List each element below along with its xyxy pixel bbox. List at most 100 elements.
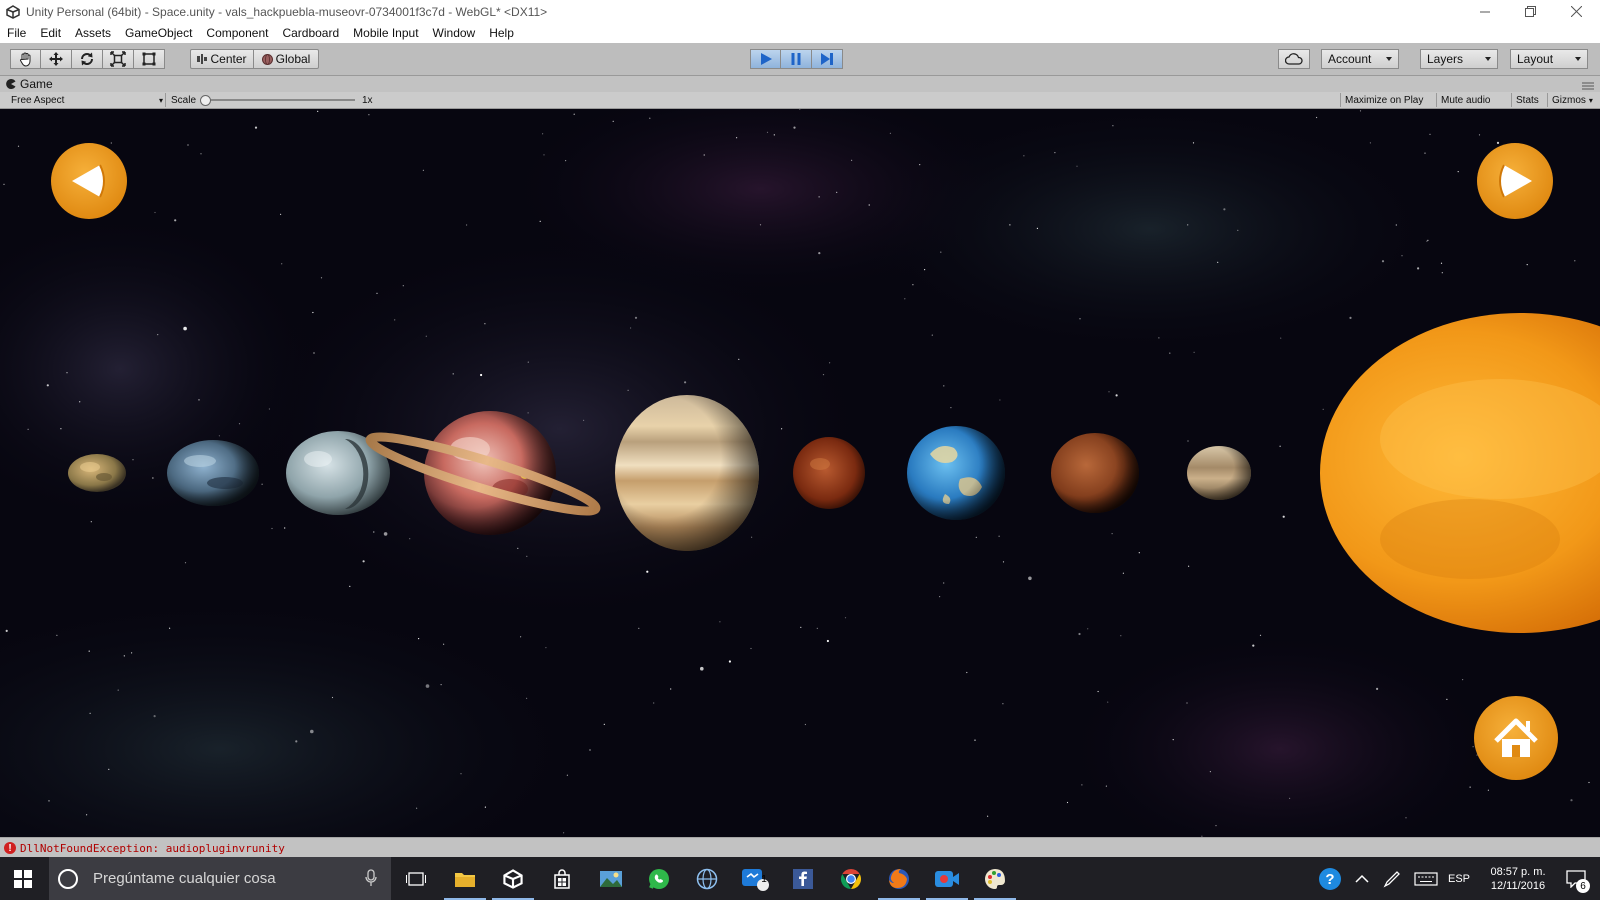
menu-component[interactable]: Component xyxy=(199,26,275,40)
star xyxy=(383,532,388,536)
search-box[interactable]: Pregúntame cualquier cosa xyxy=(49,857,391,900)
stats-toggle[interactable]: Stats xyxy=(1516,92,1539,108)
planet-red xyxy=(793,437,865,509)
menu-mobile-input[interactable]: Mobile Input xyxy=(346,26,425,40)
menu-help[interactable]: Help xyxy=(482,26,521,40)
console-status-bar[interactable]: ! DllNotFoundException: audiopluginvruni… xyxy=(0,837,1600,858)
tray-expand-button[interactable] xyxy=(1348,857,1376,900)
unity-app[interactable] xyxy=(490,857,536,900)
microphone-icon[interactable] xyxy=(365,869,377,887)
clock[interactable]: 08:57 p. m. 12/11/2016 xyxy=(1478,857,1558,900)
forward-button[interactable] xyxy=(1477,143,1553,219)
star xyxy=(1487,789,1489,791)
star xyxy=(566,774,569,776)
firefox-app[interactable] xyxy=(876,857,922,900)
cloud-button[interactable] xyxy=(1278,49,1310,69)
store-app[interactable] xyxy=(539,857,585,900)
action-center-button[interactable]: 6 xyxy=(1556,857,1596,900)
game-viewport[interactable] xyxy=(0,109,1600,837)
rect-tool-button[interactable] xyxy=(134,49,165,69)
start-button[interactable] xyxy=(0,857,46,900)
space-toggle-button[interactable]: Global xyxy=(253,49,319,69)
star xyxy=(912,284,914,286)
step-button[interactable] xyxy=(812,49,843,69)
scale-tool-button[interactable] xyxy=(103,49,134,69)
mute-audio-toggle[interactable]: Mute audio xyxy=(1441,92,1490,108)
pivot-toggle-button[interactable]: Center xyxy=(190,49,254,69)
star xyxy=(1036,227,1038,229)
step-icon xyxy=(821,53,833,65)
aspect-dropdown[interactable]: Free Aspect ▾ xyxy=(11,92,163,108)
scale-slider[interactable] xyxy=(200,92,355,108)
star xyxy=(1369,142,1371,144)
star xyxy=(822,374,825,376)
menu-edit[interactable]: Edit xyxy=(33,26,68,40)
menu-assets[interactable]: Assets xyxy=(68,26,118,40)
star xyxy=(280,213,282,215)
rotate-tool-button[interactable] xyxy=(72,49,103,69)
move-tool-button[interactable] xyxy=(41,49,72,69)
star xyxy=(728,660,732,663)
minimize-button[interactable] xyxy=(1462,0,1508,23)
close-button[interactable] xyxy=(1553,0,1599,23)
main-toolbar: Center Global Account Layers Layout xyxy=(0,43,1600,76)
layers-dropdown[interactable]: Layers xyxy=(1420,49,1498,69)
chrome-app[interactable] xyxy=(828,857,874,900)
task-view-button[interactable] xyxy=(393,857,439,900)
star xyxy=(90,521,92,523)
star xyxy=(320,277,323,279)
slider-thumb[interactable] xyxy=(200,95,211,106)
star xyxy=(1107,701,1109,703)
move-icon xyxy=(49,52,63,66)
help-button[interactable]: ? xyxy=(1312,857,1348,900)
menu-window[interactable]: Window xyxy=(426,26,483,40)
facebook-app[interactable] xyxy=(780,857,826,900)
star xyxy=(836,191,838,193)
whatsapp-app[interactable] xyxy=(636,857,682,900)
gizmos-dropdown[interactable]: Gizmos ▾ xyxy=(1552,92,1593,108)
star xyxy=(1078,632,1081,636)
pen-workspace-button[interactable] xyxy=(1377,857,1407,900)
layout-dropdown[interactable]: Layout xyxy=(1510,49,1588,69)
star xyxy=(1217,261,1219,263)
star xyxy=(751,536,753,538)
tab-game[interactable]: Game xyxy=(6,77,53,91)
input-language[interactable]: ESP xyxy=(1448,857,1470,900)
star xyxy=(1574,260,1576,262)
home-button[interactable] xyxy=(1474,696,1558,780)
messenger-app[interactable]: 1 xyxy=(732,857,778,900)
star xyxy=(238,423,241,425)
maximize-on-play-toggle[interactable]: Maximize on Play xyxy=(1345,92,1423,108)
network-app[interactable] xyxy=(684,857,730,900)
divider xyxy=(1340,93,1341,107)
menu-cardboard[interactable]: Cardboard xyxy=(275,26,346,40)
tab-menu-icon[interactable] xyxy=(1582,79,1594,93)
star xyxy=(1158,337,1160,339)
star xyxy=(174,219,177,222)
star xyxy=(700,666,704,671)
menu-file[interactable]: File xyxy=(0,26,33,40)
play-button[interactable] xyxy=(750,49,781,69)
layers-label: Layers xyxy=(1427,52,1464,66)
star xyxy=(542,133,544,135)
star xyxy=(1440,262,1443,264)
pause-button[interactable] xyxy=(781,49,812,69)
hand-tool-button[interactable] xyxy=(10,49,41,69)
paint-app[interactable] xyxy=(972,857,1018,900)
restore-button[interactable] xyxy=(1507,0,1553,23)
star xyxy=(310,729,314,734)
star xyxy=(603,723,605,726)
star xyxy=(1076,165,1078,167)
camera-app[interactable] xyxy=(924,857,970,900)
star xyxy=(719,621,721,623)
back-button[interactable] xyxy=(51,143,127,219)
account-dropdown[interactable]: Account xyxy=(1321,49,1399,69)
menu-gameobject[interactable]: GameObject xyxy=(118,26,199,40)
firefox-icon xyxy=(889,868,909,889)
touch-keyboard-button[interactable] xyxy=(1410,857,1442,900)
photos-app[interactable] xyxy=(588,857,634,900)
store-bag-icon xyxy=(554,868,570,889)
file-explorer-app[interactable] xyxy=(442,857,488,900)
star xyxy=(1322,408,1324,410)
task-view-icon xyxy=(406,871,426,886)
